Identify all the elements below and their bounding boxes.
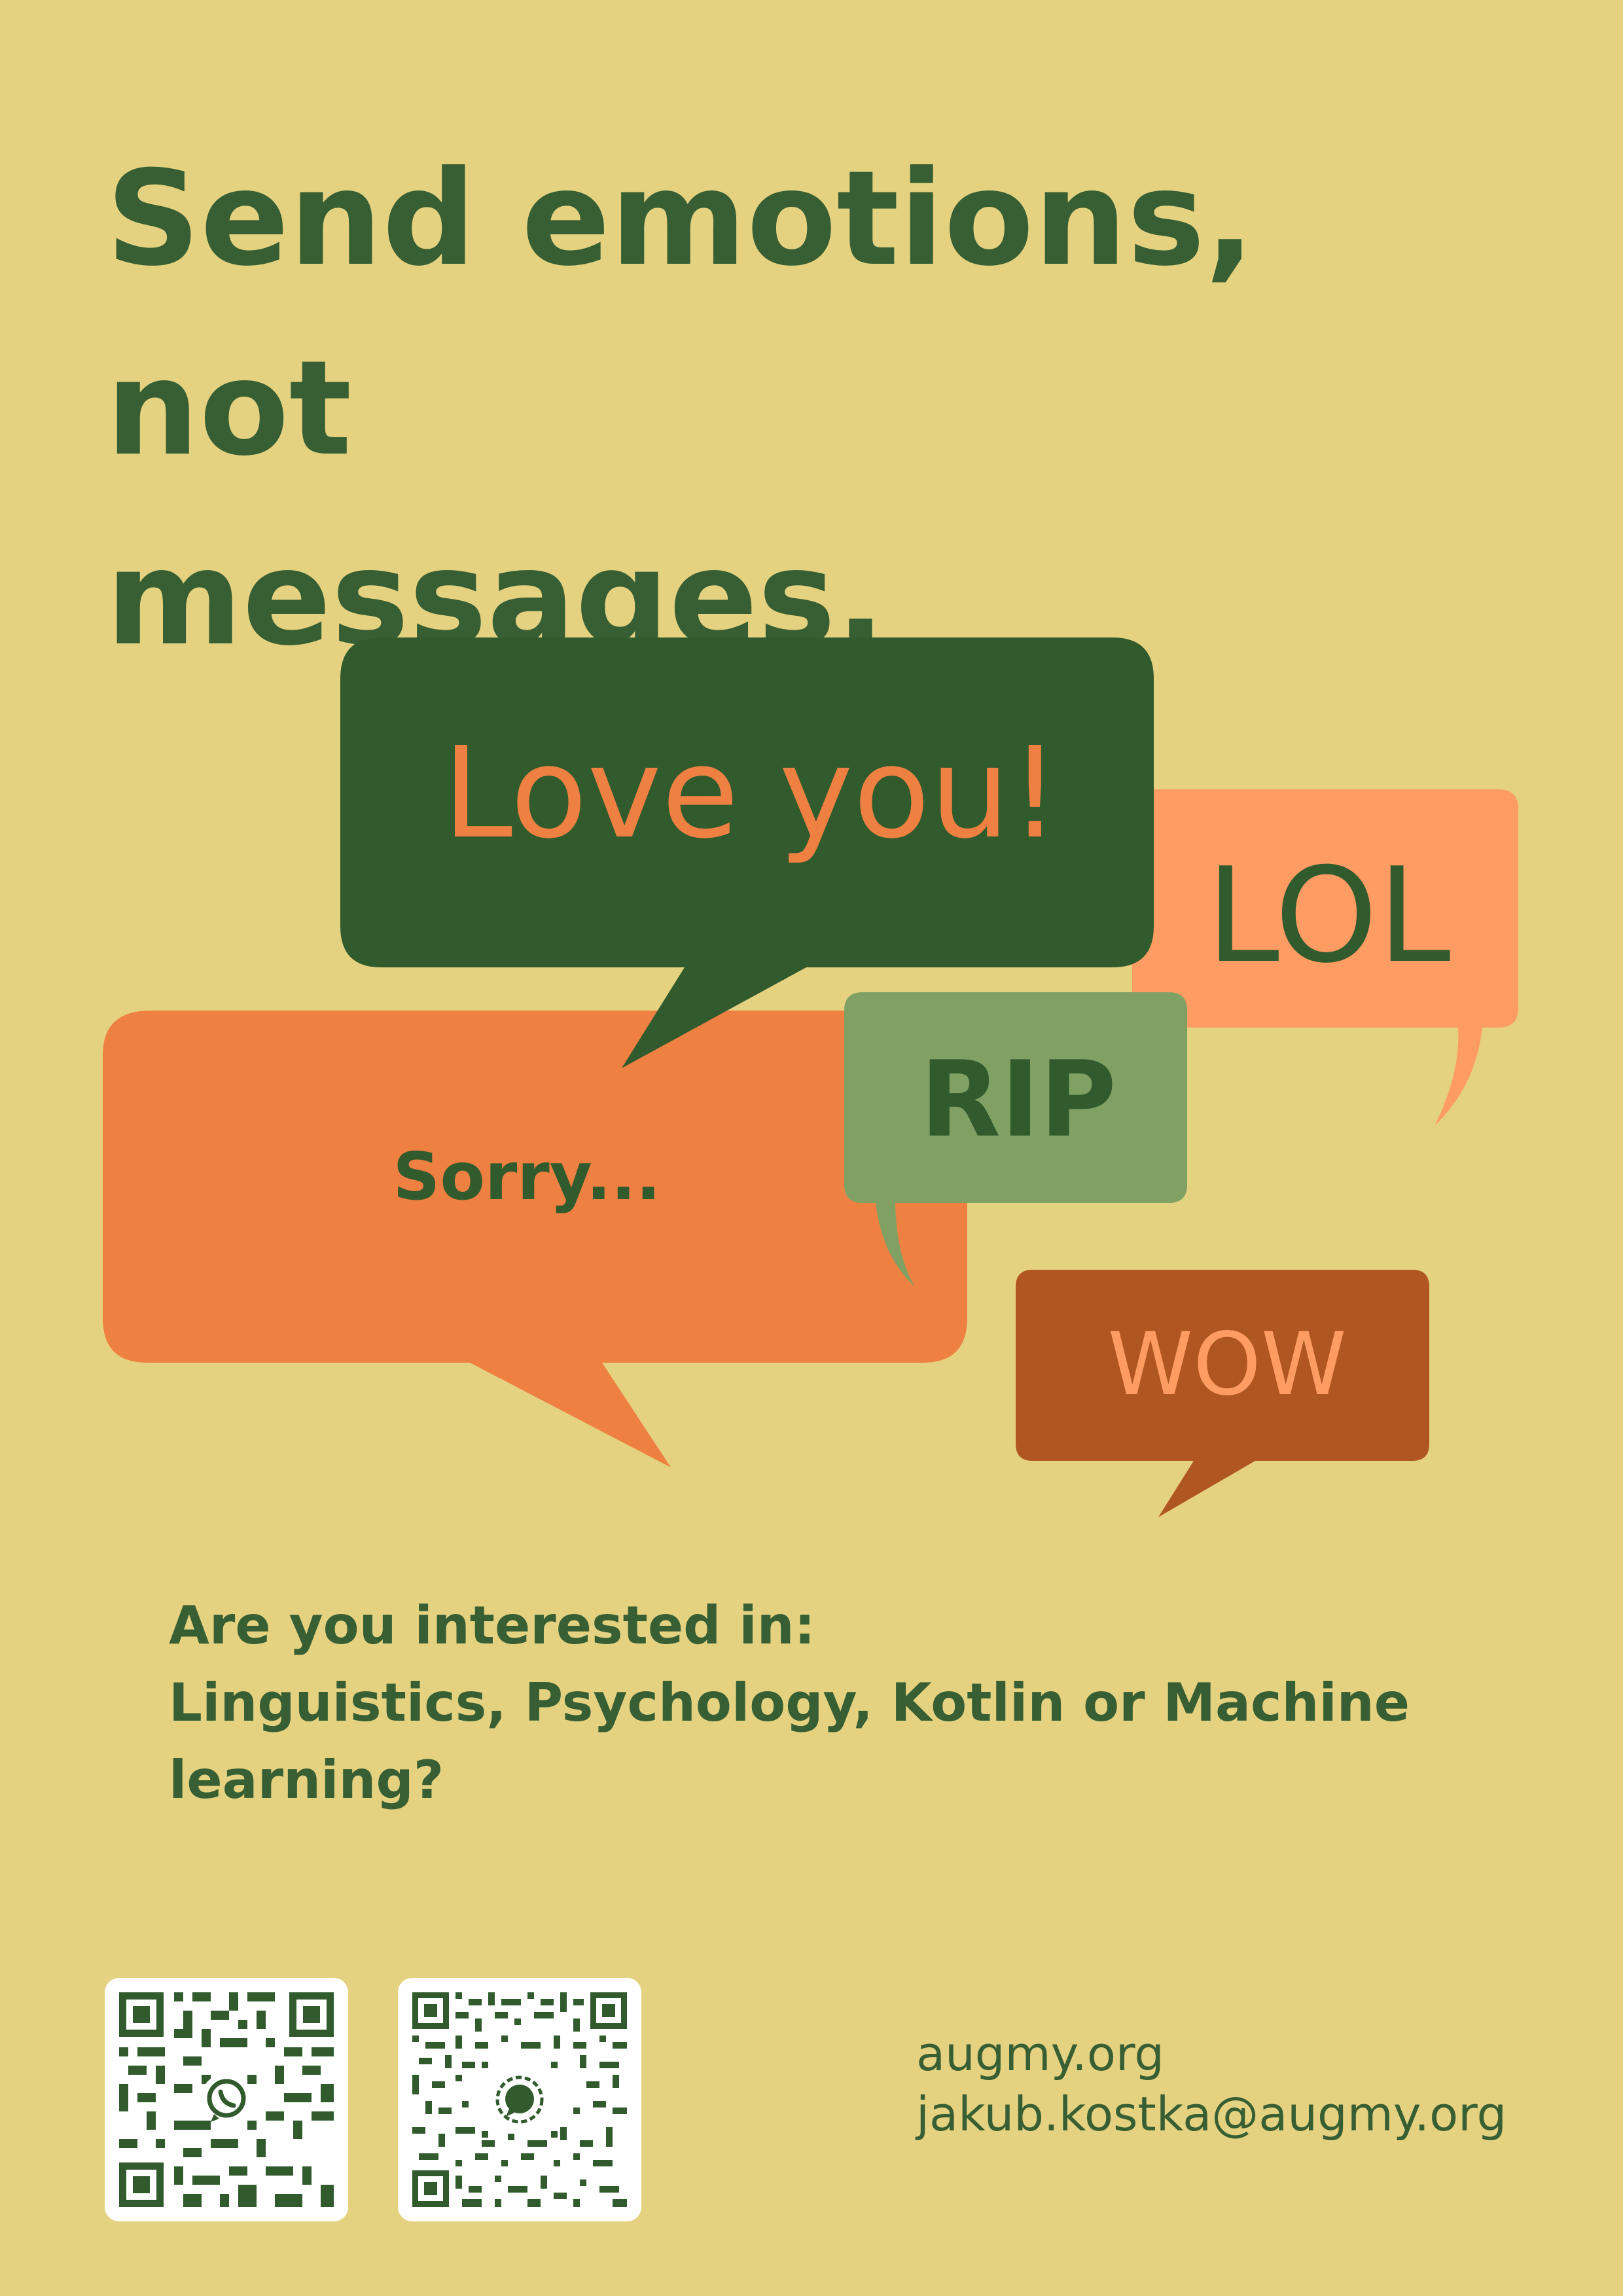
signal-icon <box>491 2071 548 2128</box>
bubble-rip: RIP <box>844 992 1187 1287</box>
interest-question: Are you interested in: Linguistics, Psyc… <box>169 1587 1543 1819</box>
signal-qr-code[interactable] <box>398 1978 641 2221</box>
question-line-2: Linguistics, Psychology, Kotlin or Machi… <box>169 1672 1410 1733</box>
qr-code-whatsapp-graphic <box>119 1992 334 2207</box>
bubble-sorry-text: Sorry... <box>393 1138 660 1215</box>
bubble-lol: LOL <box>1132 789 1518 1126</box>
question-line-3: learning? <box>169 1749 444 1810</box>
bubble-love-text: Love you! <box>442 721 1060 867</box>
website-link[interactable]: augmy.org <box>916 2024 1507 2084</box>
bubble-wow-text: WOW <box>1108 1314 1347 1415</box>
whatsapp-qr-code[interactable] <box>105 1978 348 2221</box>
email-link[interactable]: jakub.kostka@augmy.org <box>916 2084 1507 2144</box>
bubble-rip-text: RIP <box>920 1038 1116 1160</box>
bubble-sorry: Sorry... <box>103 1011 967 1467</box>
question-line-1: Are you interested in: <box>169 1595 815 1656</box>
speech-bubbles-illustration: LOL Sorry... Love you! RIP WOW <box>103 637 1518 1517</box>
bubble-lol-text: LOL <box>1206 840 1450 992</box>
whatsapp-icon <box>200 2073 253 2126</box>
bubble-sorry-shape <box>103 1011 967 1467</box>
contact-info: augmy.org jakub.kostka@augmy.org <box>916 2024 1507 2144</box>
qr-code-signal-graphic <box>412 1992 627 2207</box>
bubble-wow: WOW <box>1016 1270 1429 1517</box>
